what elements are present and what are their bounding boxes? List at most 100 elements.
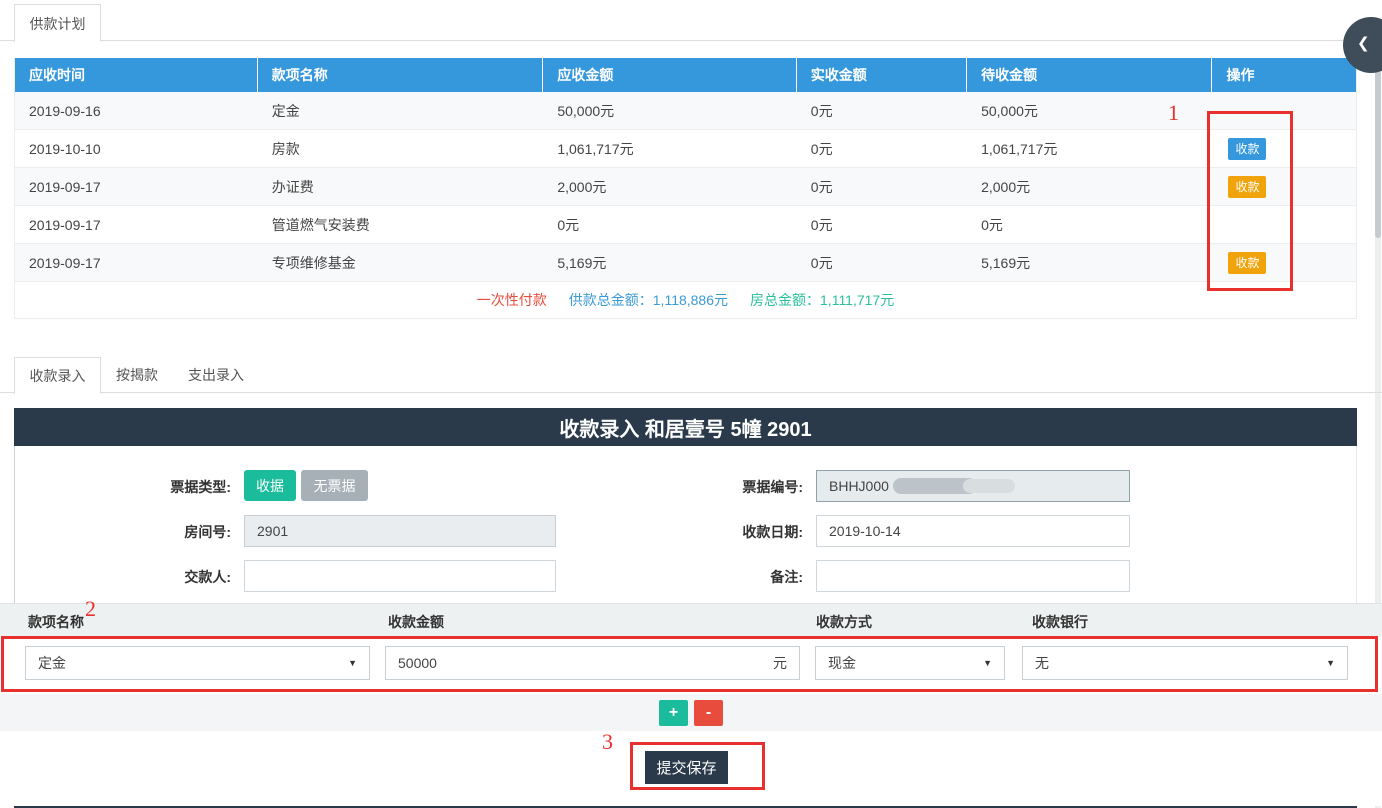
col-received-amount: 实收金额 xyxy=(797,58,968,92)
col-due-date: 应收时间 xyxy=(15,58,258,92)
cell-pending-amount: 0元 xyxy=(981,216,1003,233)
cell-item-name: 房款 xyxy=(271,140,300,157)
chevron-down-icon: ▼ xyxy=(983,658,992,668)
receive-method-value: 现金 xyxy=(828,655,856,671)
cell-item-name: 办证费 xyxy=(271,178,314,195)
cell-due-date: 2019-09-17 xyxy=(29,216,101,233)
submit-row: 提交保存 xyxy=(0,731,1382,806)
receive-date-field[interactable] xyxy=(816,515,1130,547)
receive-method-select[interactable]: 现金 ▼ xyxy=(815,646,1005,680)
annotation-step-3: 3 xyxy=(602,729,613,754)
cell-received-amount: 0元 xyxy=(810,102,833,119)
tab-expense-entry-label: 支出录入 xyxy=(188,367,244,383)
receive-payment-button[interactable]: 收款 xyxy=(1228,251,1267,274)
cell-received-amount: 0元 xyxy=(810,178,833,195)
col-item-name: 款项名称 xyxy=(258,58,544,92)
receipt-type-label: 票据类型: xyxy=(170,479,231,495)
cell-received-amount: 0元 xyxy=(810,216,833,233)
cell-action: 收款 xyxy=(1212,175,1355,198)
room-no-label: 房间号: xyxy=(184,524,231,540)
remark-label: 备注: xyxy=(770,569,803,585)
col-actions: 操作 xyxy=(1226,67,1255,83)
chevron-down-icon: ▼ xyxy=(348,658,357,668)
cell-item-name: 定金 xyxy=(271,102,300,119)
payer-label: 交款人: xyxy=(184,569,231,585)
scrollbar-thumb[interactable] xyxy=(1375,68,1381,238)
cell-due-amount: 1,061,717元 xyxy=(557,140,634,157)
tab-payment-entry[interactable]: 收款录入 xyxy=(14,357,101,394)
col-receive-amount: 收款金额 xyxy=(388,614,444,630)
tab-mortgage-label: 按揭款 xyxy=(116,367,158,383)
house-total-text: 房总金额：1,111,717元 xyxy=(750,292,895,308)
cell-action: 收款 xyxy=(1212,251,1355,274)
amount-field-wrap: 元 xyxy=(385,646,800,680)
cell-due-date: 2019-10-10 xyxy=(29,140,101,157)
room-no-field[interactable] xyxy=(244,515,556,547)
no-receipt-type-button[interactable]: 无票据 xyxy=(301,470,368,501)
table-row: 2019-09-16 定金 50,000元 0元 50,000元 xyxy=(15,92,1356,130)
tab-payment-plan[interactable]: 供款计划 xyxy=(14,4,101,42)
cell-due-date: 2019-09-16 xyxy=(29,102,101,119)
payment-plan-table: 应收时间 款项名称 应收金额 实收金额 待收金额 操作 2019-09-16 定… xyxy=(14,58,1357,319)
cell-due-date: 2019-09-17 xyxy=(29,254,101,271)
table-row: 2019-10-10 房款 1,061,717元 0元 1,061,717元 收… xyxy=(15,130,1356,168)
amount-unit-label: 元 xyxy=(773,655,787,671)
remark-field[interactable] xyxy=(816,560,1130,592)
receive-payment-button[interactable]: 收款 xyxy=(1228,175,1267,198)
receive-amount-input[interactable] xyxy=(386,655,773,671)
table-summary-row: 一次性付款 供款总金额：1,118,886元 房总金额：1,111,717元 xyxy=(15,282,1356,318)
receipt-type-button[interactable]: 收据 xyxy=(244,470,296,501)
tab-payment-plan-label: 供款计划 xyxy=(29,15,86,32)
receipt-no-label: 票据编号: xyxy=(742,479,803,495)
col-due-amount: 应收金额 xyxy=(543,58,797,92)
plan-tabbar: 供款计划 xyxy=(0,0,1382,42)
annotation-step-1: 1 xyxy=(1168,100,1179,125)
col-pending-amount: 待收金额 xyxy=(967,58,1213,92)
cell-due-amount: 2,000元 xyxy=(557,178,607,195)
receive-payment-button[interactable]: 收款 xyxy=(1228,137,1267,160)
tab-expense-entry[interactable]: 支出录入 xyxy=(188,357,244,393)
entry-panel-title: 收款录入 和居壹号 5幢 2901 xyxy=(14,408,1357,446)
cell-due-amount: 5,169元 xyxy=(557,254,607,271)
items-table-row: 定金 ▼ 元 现金 ▼ 无 ▼ xyxy=(0,637,1382,694)
col-receive-method: 收款方式 xyxy=(816,614,872,630)
table-row: 2019-09-17 办证费 2,000元 0元 2,000元 收款 xyxy=(15,168,1356,206)
cell-action: 收款 xyxy=(1212,137,1355,160)
cell-received-amount: 0元 xyxy=(810,140,833,157)
cell-pending-amount: 2,000元 xyxy=(981,178,1031,195)
cell-pending-amount: 5,169元 xyxy=(981,254,1031,271)
chevron-left-icon: ❮ xyxy=(1357,35,1370,52)
payer-field[interactable] xyxy=(244,560,556,592)
receipt-no-field[interactable]: BHHJ000 xyxy=(816,470,1130,502)
receive-bank-select[interactable]: 无 ▼ xyxy=(1022,646,1348,680)
cell-pending-amount: 1,061,717元 xyxy=(981,140,1058,157)
item-name-value: 定金 xyxy=(38,655,66,671)
table-row: 2019-09-17 专项维修基金 5,169元 0元 5,169元 收款 xyxy=(15,244,1356,282)
tab-mortgage[interactable]: 按揭款 xyxy=(116,357,158,393)
entry-form: 票据类型: 收据 无票据 票据编号: BHHJ000 房间号: 收款日期: 交款… xyxy=(14,446,1357,603)
submit-save-button[interactable]: 提交保存 xyxy=(645,751,728,784)
items-table-header: 款项名称 收款金额 收款方式 收款银行 xyxy=(0,603,1382,637)
cell-item-name: 专项维修基金 xyxy=(271,254,356,271)
receipt-no-value: BHHJ000 xyxy=(829,478,889,494)
cell-due-date: 2019-09-17 xyxy=(29,178,101,195)
tab-payment-entry-label: 收款录入 xyxy=(29,368,86,384)
entry-tabbar: 收款录入 按揭款 支出录入 xyxy=(0,355,1382,394)
censor-blur xyxy=(962,479,1015,493)
receive-bank-value: 无 xyxy=(1035,655,1049,671)
annotation-step-2: 2 xyxy=(85,596,96,621)
add-remove-row: + - xyxy=(0,694,1382,731)
chevron-down-icon: ▼ xyxy=(1326,658,1335,668)
receive-date-label: 收款日期: xyxy=(742,524,803,540)
item-name-select[interactable]: 定金 ▼ xyxy=(25,646,370,680)
cell-due-amount: 50,000元 xyxy=(557,102,615,119)
col-receive-bank: 收款银行 xyxy=(1032,614,1088,630)
cell-item-name: 管道燃气安装费 xyxy=(271,216,370,233)
col-item-name: 款项名称 xyxy=(28,614,84,630)
cell-due-amount: 0元 xyxy=(557,216,580,233)
add-item-button[interactable]: + xyxy=(659,699,688,726)
table-row: 2019-09-17 管道燃气安装费 0元 0元 0元 xyxy=(15,206,1356,244)
plan-total-text: 供款总金额：1,118,886元 xyxy=(568,292,729,308)
panel-title-text: 收款录入 和居壹号 5幢 2901 xyxy=(559,418,812,441)
remove-item-button[interactable]: - xyxy=(694,699,723,726)
